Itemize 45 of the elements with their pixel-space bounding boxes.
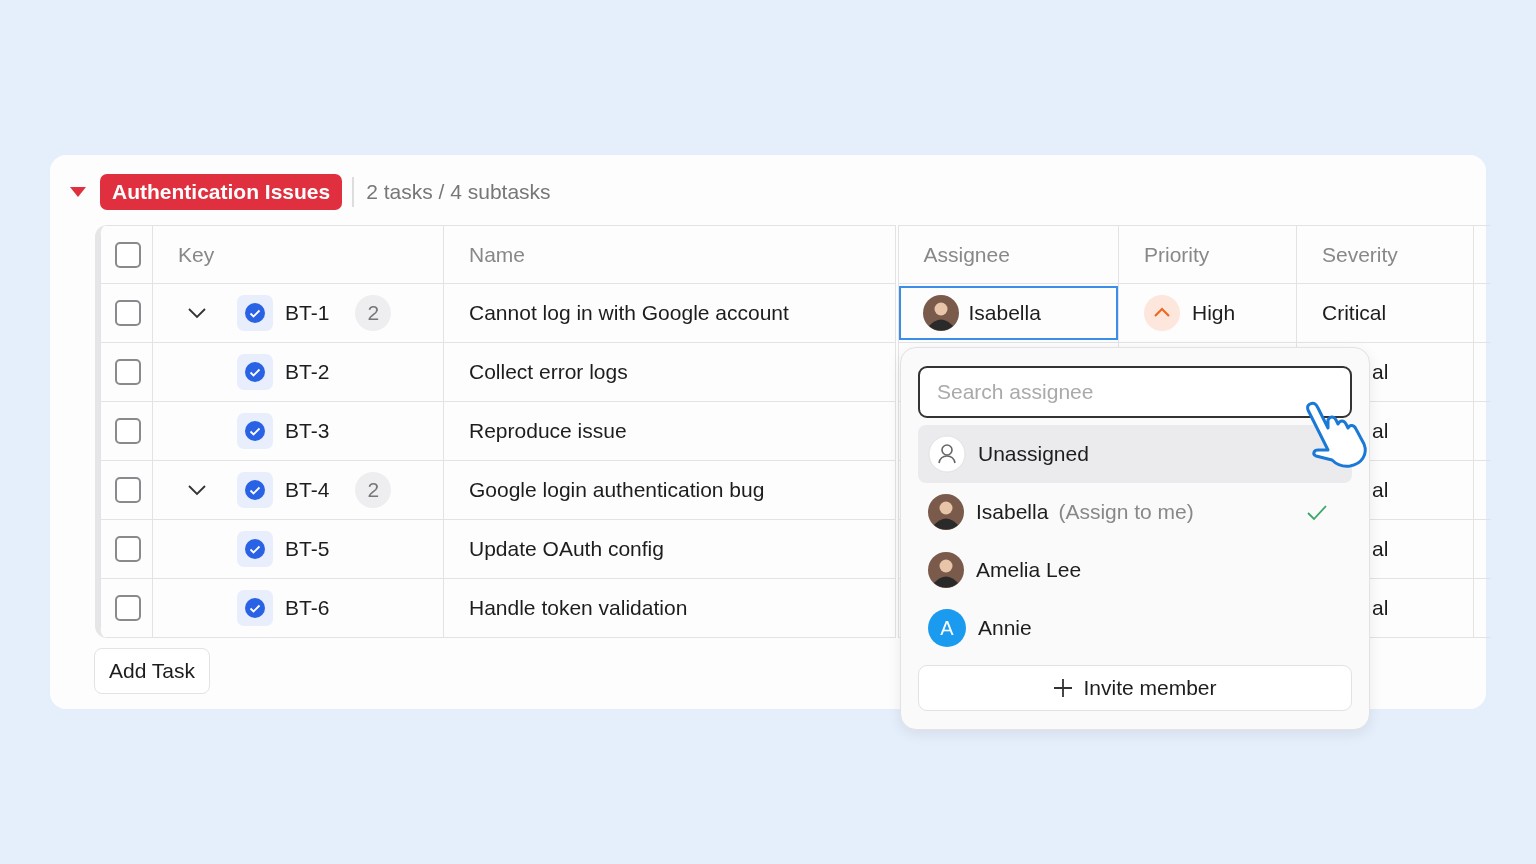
task-key[interactable]: BT-4 xyxy=(285,478,330,502)
task-key[interactable]: BT-5 xyxy=(285,537,330,561)
plus-icon xyxy=(1053,678,1074,698)
avatar xyxy=(928,552,964,588)
task-icon xyxy=(237,472,273,508)
severity-label: Critical xyxy=(1296,283,1474,343)
task-count: 2 tasks / 4 subtasks xyxy=(366,180,551,204)
column-header: Severity xyxy=(1296,225,1474,284)
column-header: Priority xyxy=(1118,225,1297,284)
task-icon xyxy=(237,590,273,626)
task-key[interactable]: BT-3 xyxy=(285,419,330,443)
avatar xyxy=(922,295,959,331)
user-icon xyxy=(928,435,966,473)
checkbox[interactable] xyxy=(115,595,141,622)
priority-up-icon xyxy=(1144,295,1180,331)
assignee-field[interactable]: Isabella xyxy=(898,286,1118,340)
chevron-icon[interactable] xyxy=(187,307,207,319)
assignee-option[interactable]: Unassigned xyxy=(918,425,1352,483)
task-key[interactable]: BT-1 xyxy=(285,301,330,325)
subtask-count: 2 xyxy=(355,472,392,508)
group-tag: Authentication Issues xyxy=(100,174,343,210)
avatar: A xyxy=(928,609,966,647)
avatar xyxy=(928,494,964,530)
checkbox[interactable] xyxy=(115,536,141,563)
task-icon xyxy=(237,354,273,390)
task-icon xyxy=(237,531,273,567)
chevron-icon[interactable] xyxy=(187,484,207,496)
task-icon xyxy=(237,295,273,331)
column-header: Name xyxy=(443,225,897,284)
task-key[interactable]: BT-2 xyxy=(285,360,330,384)
checkbox[interactable] xyxy=(115,477,141,504)
add-task-button[interactable]: Add Task xyxy=(94,648,210,694)
priority-label: High xyxy=(1192,301,1236,325)
invite-member-button[interactable]: Invite member xyxy=(918,665,1352,711)
column-header: Key xyxy=(152,225,444,284)
checkbox[interactable] xyxy=(115,359,141,386)
task-key[interactable]: BT-6 xyxy=(285,596,330,620)
checkbox[interactable] xyxy=(115,418,141,445)
task-icon xyxy=(237,413,273,449)
column-header: Assignee xyxy=(896,225,1119,284)
checkbox[interactable] xyxy=(115,241,141,268)
search-field[interactable]: Search assignee xyxy=(918,366,1352,418)
checkbox[interactable] xyxy=(115,300,141,327)
caret-icon[interactable] xyxy=(70,187,86,197)
subtask-count: 2 xyxy=(355,295,392,331)
